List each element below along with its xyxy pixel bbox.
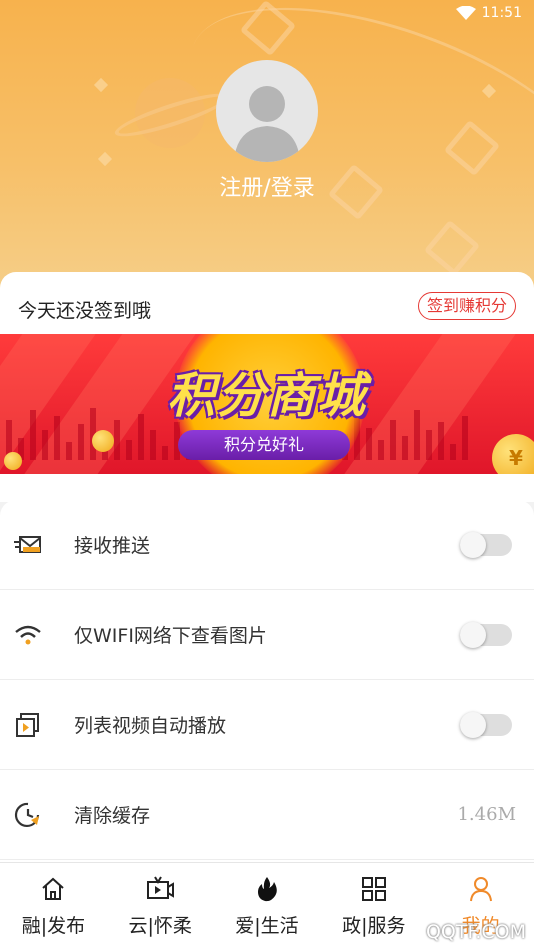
tab-label: 融|发布 <box>21 915 86 937</box>
tab-label: 云|怀柔 <box>128 915 192 937</box>
login-register-link[interactable]: 注册/登录 <box>0 170 534 202</box>
clock-icon <box>14 801 42 829</box>
cache-size-value: 1.46M <box>457 804 516 825</box>
coin-icon <box>92 430 114 452</box>
tab-label: 爱|生活 <box>235 915 299 937</box>
avatar[interactable] <box>216 60 318 162</box>
video-play-icon <box>14 711 42 739</box>
setting-label: 接收推送 <box>74 535 151 557</box>
mail-icon <box>14 531 42 559</box>
status-time: 11:51 <box>481 5 522 21</box>
watermark: QQTF.COM <box>425 921 526 943</box>
wifi-icon <box>14 621 42 649</box>
settings-list: 接收推送 仅WIFI网络下查看图片 列表视频自动播放 清除缓存 1.46M <box>0 500 534 862</box>
setting-label: 列表视频自动播放 <box>74 715 227 737</box>
profile-header: 11:51 注册/登录 <box>0 0 534 300</box>
signin-prompt: 今天还没签到哦 <box>18 300 152 322</box>
setting-row-autoplay[interactable]: 列表视频自动播放 <box>0 680 534 770</box>
banner-subtitle: 积分兑好礼 <box>178 430 350 460</box>
yuan-coin-icon: ¥ <box>492 434 534 474</box>
setting-label: 清除缓存 <box>74 805 151 827</box>
push-toggle[interactable] <box>460 531 512 558</box>
wifi-images-toggle[interactable] <box>460 621 512 648</box>
signin-earn-points-button[interactable]: 签到赚积分 <box>417 292 516 320</box>
user-icon <box>467 875 495 903</box>
setting-row-clear-cache[interactable]: 清除缓存 1.46M <box>0 770 534 860</box>
tv-icon <box>146 875 175 903</box>
grid-icon <box>360 875 388 903</box>
setting-row-push[interactable]: 接收推送 <box>0 500 534 590</box>
points-mall-banner[interactable]: ¥ 积分商城 积分兑好礼 <box>0 334 534 474</box>
coin-icon <box>4 452 22 470</box>
decor-star <box>97 151 113 167</box>
setting-row-wifi-images[interactable]: 仅WIFI网络下查看图片 <box>0 590 534 680</box>
setting-label: 仅WIFI网络下查看图片 <box>74 625 267 647</box>
tab-huairou[interactable]: 云|怀柔 <box>107 863 214 949</box>
status-bar: 11:51 <box>455 5 522 21</box>
home-icon <box>39 875 67 903</box>
decor-star <box>93 77 109 93</box>
bottom-tab-bar: 融|发布 云|怀柔 爱|生活 政|服务 我的 QQTF.COM <box>0 862 534 949</box>
flame-icon <box>253 875 281 903</box>
tab-label: 政|服务 <box>342 915 406 937</box>
default-avatar-icon <box>234 86 300 162</box>
wifi-signal-icon <box>455 6 476 20</box>
autoplay-toggle[interactable] <box>460 711 512 738</box>
tab-service[interactable]: 政|服务 <box>320 863 427 949</box>
banner-title: 积分商城 <box>166 368 367 424</box>
tab-release[interactable]: 融|发布 <box>0 863 107 949</box>
tab-life[interactable]: 爱|生活 <box>214 863 321 949</box>
